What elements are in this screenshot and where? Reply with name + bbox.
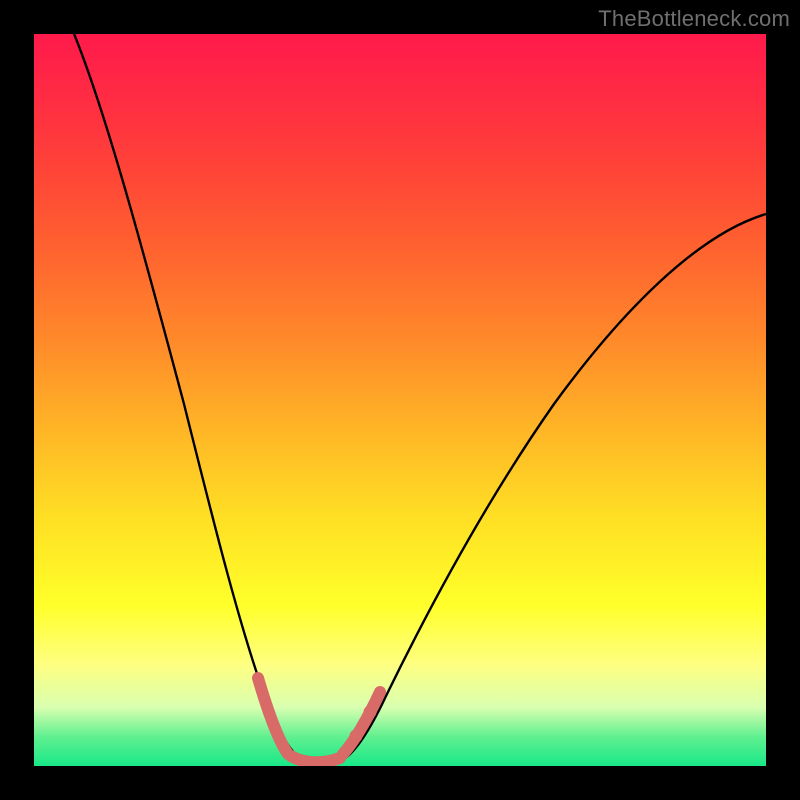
highlight-left-foot [258,678,288,754]
plot-area [34,34,766,766]
watermark-text: TheBottleneck.com [598,6,790,32]
highlight-dot-right-2 [370,712,371,713]
bottleneck-curve-svg [34,34,766,766]
highlight-valley-bottom [291,756,340,762]
highlight-dot-right-1 [356,736,357,737]
highlight-group [258,678,380,762]
bottleneck-curve [70,34,766,764]
chart-frame: TheBottleneck.com [0,0,800,800]
highlight-right-foot [343,692,380,754]
